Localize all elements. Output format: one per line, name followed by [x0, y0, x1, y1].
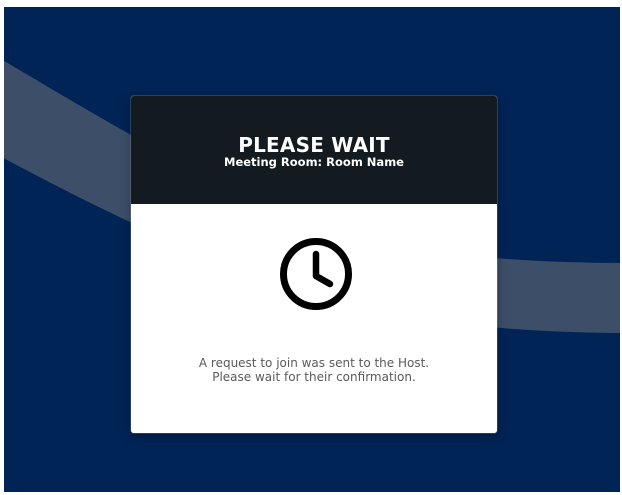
dialog-body: A request to join was sent to the Host. …: [131, 204, 497, 433]
meeting-room-name: Meeting Room: Room Name: [224, 155, 404, 169]
clock-icon: [280, 238, 352, 310]
status-message: A request to join was sent to the Host. …: [131, 356, 497, 384]
dialog-header: PLEASE WAIT Meeting Room: Room Name: [131, 96, 497, 204]
status-message-line-2: Please wait for their confirmation.: [212, 370, 416, 384]
waiting-room-screen: PLEASE WAIT Meeting Room: Room Name A re…: [4, 7, 620, 492]
status-message-line-1: A request to join was sent to the Host.: [198, 356, 430, 370]
dialog-title: PLEASE WAIT: [238, 133, 390, 157]
please-wait-dialog: PLEASE WAIT Meeting Room: Room Name A re…: [131, 96, 497, 433]
